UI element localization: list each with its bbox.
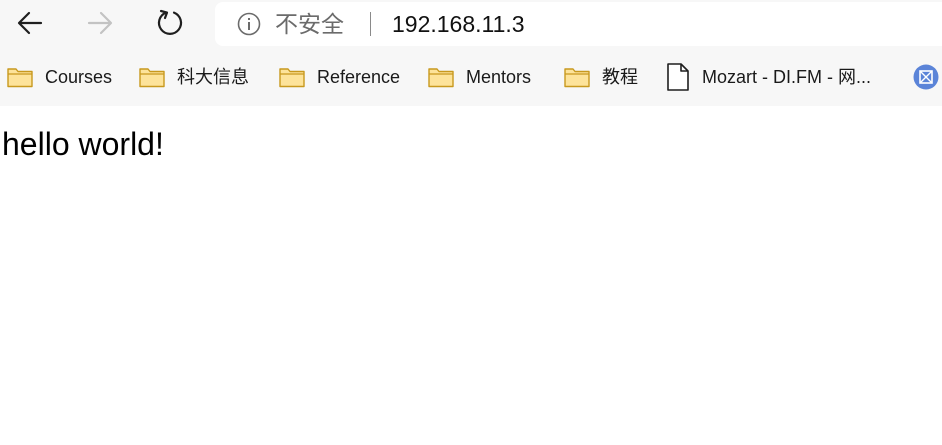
bookmark-label: 科大信息: [177, 67, 249, 87]
folder-icon: [139, 68, 165, 88]
back-button[interactable]: [13, 6, 47, 40]
bookmark-courses[interactable]: Courses: [7, 62, 112, 92]
bookmark-mentors[interactable]: Mentors: [428, 62, 531, 92]
reload-icon: [157, 9, 183, 35]
bookmark-jiaocheng[interactable]: 教程: [564, 62, 638, 92]
bookmarks-bar: Courses 科大信息 Reference Mentors 教程 Mozart…: [0, 52, 942, 106]
forward-button[interactable]: [83, 6, 117, 40]
folder-icon: [564, 68, 590, 88]
folder-icon: [279, 68, 305, 88]
address-bar[interactable]: 不安全 192.168.11.3: [215, 2, 942, 46]
arrow-left-icon: [17, 11, 43, 35]
info-icon[interactable]: [237, 12, 261, 36]
page-icon: [667, 63, 689, 91]
bookmark-label: Mentors: [466, 67, 532, 87]
security-label[interactable]: 不安全: [275, 11, 344, 37]
bookmark-mozart-difm[interactable]: Mozart - DI.FM - 网...: [666, 62, 871, 92]
bookmark-label: Courses: [45, 67, 113, 87]
bookmark-image[interactable]: [913, 62, 939, 92]
folder-icon: [428, 68, 454, 88]
bookmark-reference[interactable]: Reference: [279, 62, 400, 92]
bookmark-label: 教程: [602, 67, 638, 87]
image-icon: [913, 64, 939, 90]
bookmark-keda-xinxi[interactable]: 科大信息: [139, 62, 249, 92]
address-divider: [370, 12, 371, 36]
bookmark-label: Mozart - DI.FM - 网...: [702, 67, 871, 87]
page-body-text: hello world!: [2, 126, 164, 162]
url-text[interactable]: 192.168.11.3: [392, 11, 525, 37]
bookmark-label: Reference: [317, 67, 401, 87]
arrow-right-icon: [87, 11, 113, 35]
browser-toolbar: 不安全 192.168.11.3: [0, 0, 942, 52]
folder-icon: [7, 68, 33, 88]
reload-button[interactable]: [153, 6, 187, 40]
